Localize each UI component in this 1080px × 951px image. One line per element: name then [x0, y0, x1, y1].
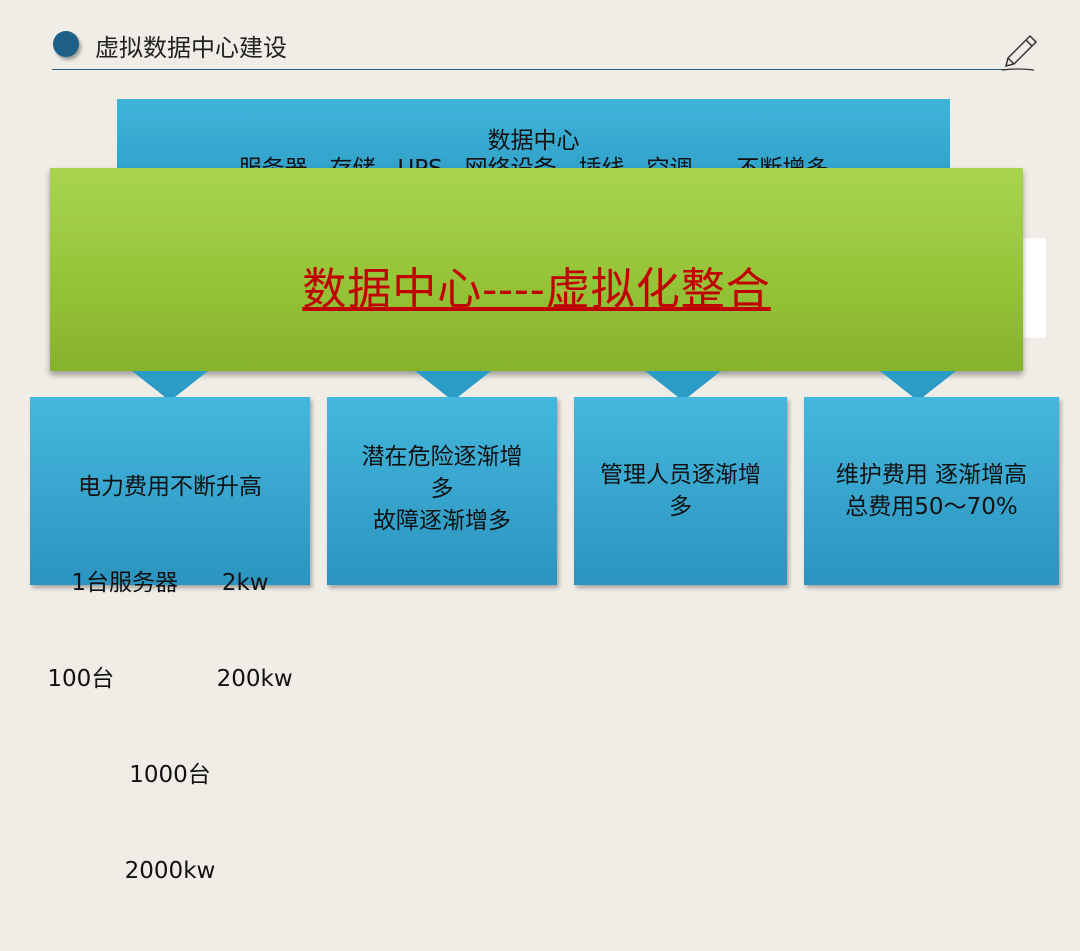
card-line: 维护费用 逐渐增高 — [835, 462, 1028, 488]
card-maintenance: 维护费用 逐渐增高 总费用50～70% — [804, 397, 1059, 585]
card-line: 电力费用不断升高 — [78, 474, 262, 500]
banner-title: 数据中心----虚拟化整合 — [302, 264, 771, 315]
page-title: 虚拟数据中心建设 — [95, 34, 287, 62]
virtualization-banner: 数据中心----虚拟化整合 — [50, 168, 1023, 371]
card-line: 100台 200kw — [47, 666, 293, 692]
card-line: 2000kw — [124, 858, 216, 884]
card-power-cost: 电力费用不断升高 1台服务器 2kw 100台 200kw 1000台 2000… — [30, 397, 310, 884]
card-line: 总费用50～70% — [845, 494, 1018, 520]
header-bullet-icon — [53, 31, 79, 57]
card-line: 潜在危险逐渐增 — [361, 444, 523, 470]
card-risk: 潜在危险逐渐增 多 故障逐渐增多 — [327, 397, 557, 585]
header-divider — [52, 69, 1007, 70]
card-line: 多 — [430, 476, 454, 502]
card-line: 1000台 — [129, 762, 211, 788]
card-staff: 管理人员逐渐增 多 — [574, 397, 787, 585]
card-line: 1台服务器 2kw — [71, 570, 269, 596]
card-line: 故障逐渐增多 — [373, 508, 511, 534]
pen-icon — [1001, 34, 1038, 71]
card-line: 多 — [669, 494, 692, 520]
card-line: 管理人员逐渐增 — [600, 462, 761, 488]
